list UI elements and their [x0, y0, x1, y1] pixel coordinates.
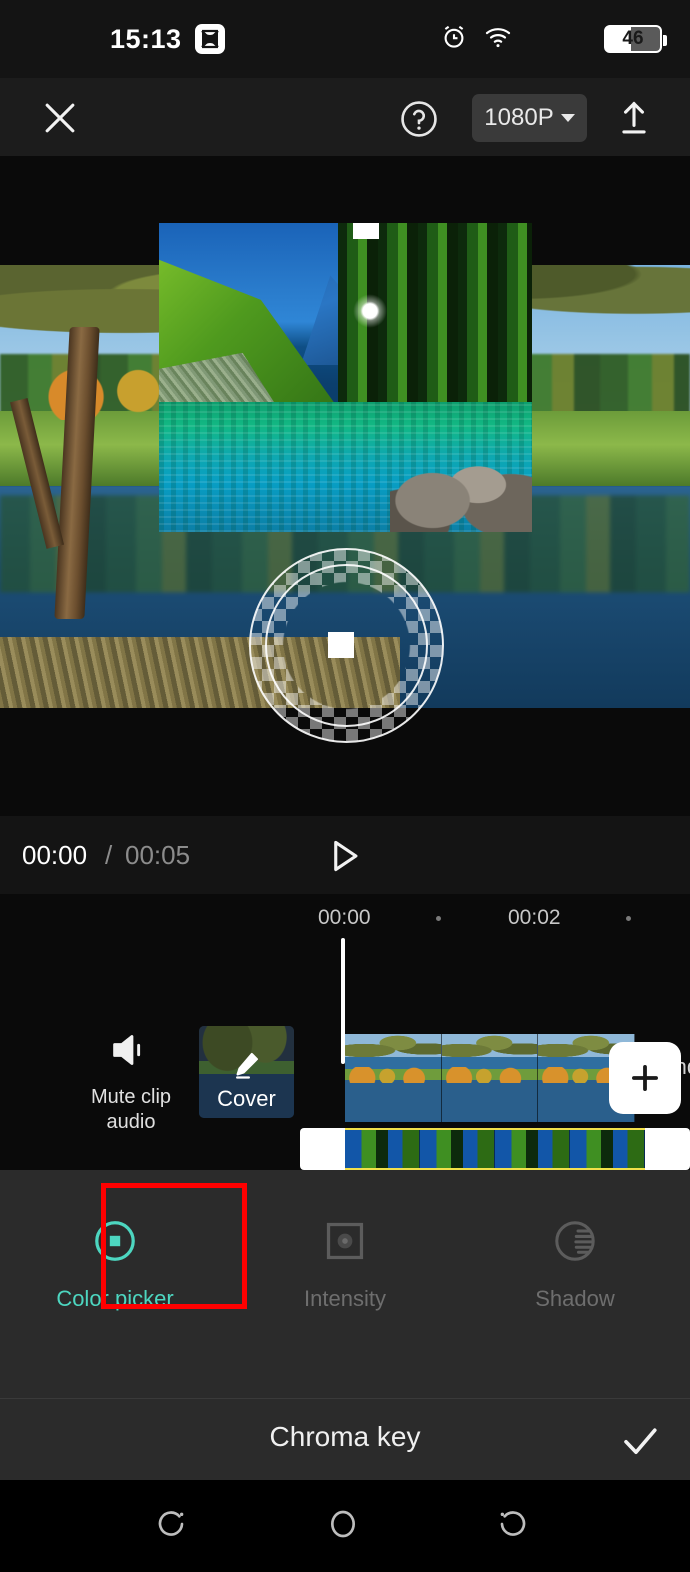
battery-indicator: 46: [604, 25, 667, 53]
main-video-track[interactable]: [345, 1034, 635, 1122]
chroma-key-panel: Color picker Intensity Shadow: [0, 1170, 690, 1398]
mute-clip-audio-label: Mute clip audio: [90, 1086, 172, 1133]
shadow-icon: [548, 1214, 602, 1268]
ruler-tick-dot: [626, 916, 631, 921]
overlay-top-notch: [352, 223, 379, 239]
overlay-track-frame: [570, 1130, 645, 1168]
resolution-label: 1080P: [484, 104, 554, 131]
tool-intensity[interactable]: Intensity: [230, 1192, 460, 1342]
cover-button[interactable]: Cover: [199, 1026, 294, 1118]
track-frame: [345, 1034, 442, 1122]
battery-level: 46: [622, 28, 644, 49]
status-time: 15:13: [110, 23, 182, 54]
resolution-selector[interactable]: 1080P: [472, 94, 587, 142]
check-icon[interactable]: [616, 1417, 664, 1465]
trim-handle-left[interactable]: [300, 1128, 345, 1170]
export-icon[interactable]: [612, 96, 656, 140]
editor-top-bar: 1080P: [0, 78, 690, 156]
timeline-ruler[interactable]: 00:00 00:02: [0, 894, 690, 942]
alarm-icon: [440, 23, 468, 56]
time-separator: /: [105, 840, 113, 870]
capcut-editor-screen: 15:13 46 1080P 00:00 / 00:05 00:00 00:02…: [0, 0, 690, 1572]
panel-title: Chroma key: [269, 1421, 421, 1452]
overlay-track-selected[interactable]: [300, 1128, 690, 1170]
tool-shadow-label: Shadow: [535, 1286, 615, 1311]
play-icon[interactable]: [322, 834, 366, 878]
chroma-confirm-bar: Chroma key: [0, 1398, 690, 1480]
pencil-icon: [235, 1052, 258, 1079]
overlay-track-frame: [345, 1130, 420, 1168]
trim-handle-right[interactable]: [645, 1128, 690, 1170]
timeline-left-tools: Mute clip audio Cover: [0, 1022, 300, 1142]
track-frame: [441, 1034, 539, 1122]
tool-color-picker-label: Color picker: [56, 1286, 174, 1311]
overlay-track-frame: [420, 1130, 495, 1168]
capcut-logo-icon: [194, 24, 225, 54]
playhead[interactable]: [341, 938, 345, 1064]
status-bar-left: 15:13: [110, 24, 225, 55]
home-icon[interactable]: [323, 1504, 367, 1548]
overlay-sun-flare: [352, 294, 387, 329]
overlay-rocks: [390, 426, 532, 532]
overlay-video-track[interactable]: [345, 1128, 645, 1170]
chevron-down-icon: [560, 114, 575, 122]
total-time: 00:05: [125, 840, 191, 870]
android-nav-bar: [0, 1480, 690, 1572]
tool-shadow[interactable]: Shadow: [460, 1192, 690, 1342]
color-picker-icon: [88, 1214, 142, 1268]
chroma-tool-row: Color picker Intensity Shadow: [0, 1192, 690, 1342]
overlay-clip-preview[interactable]: [159, 223, 532, 532]
ruler-label-0: 00:00: [318, 906, 371, 929]
cover-label: Cover: [217, 1086, 276, 1111]
playback-bar: 00:00 / 00:05: [0, 816, 690, 894]
color-picker-loupe[interactable]: [249, 548, 444, 743]
cover-overlay: Cover: [199, 1049, 294, 1118]
loupe-sample-square: [328, 632, 354, 658]
current-time: 00:00: [22, 840, 88, 870]
intensity-icon: [318, 1214, 372, 1268]
tool-color-picker[interactable]: Color picker: [0, 1192, 230, 1342]
close-icon[interactable]: [38, 96, 82, 140]
ruler-label-1: 00:02: [508, 906, 561, 929]
video-preview-area[interactable]: [0, 156, 690, 816]
recents-icon[interactable]: [151, 1504, 195, 1548]
status-bar: 15:13 46: [0, 0, 690, 78]
help-icon[interactable]: [398, 98, 440, 140]
back-icon[interactable]: [493, 1504, 537, 1548]
wifi-icon: [484, 23, 512, 56]
timeline-area[interactable]: 00:00 00:02 Mute clip audio Cover: [0, 894, 690, 1170]
ruler-tick-dot: [436, 916, 441, 921]
tool-intensity-label: Intensity: [304, 1286, 386, 1311]
status-bar-icons: [440, 23, 512, 56]
add-clip-button[interactable]: [609, 1042, 681, 1114]
overlay-track-frame: [495, 1130, 570, 1168]
mute-clip-audio-button[interactable]: Mute clip audio: [76, 1030, 186, 1135]
